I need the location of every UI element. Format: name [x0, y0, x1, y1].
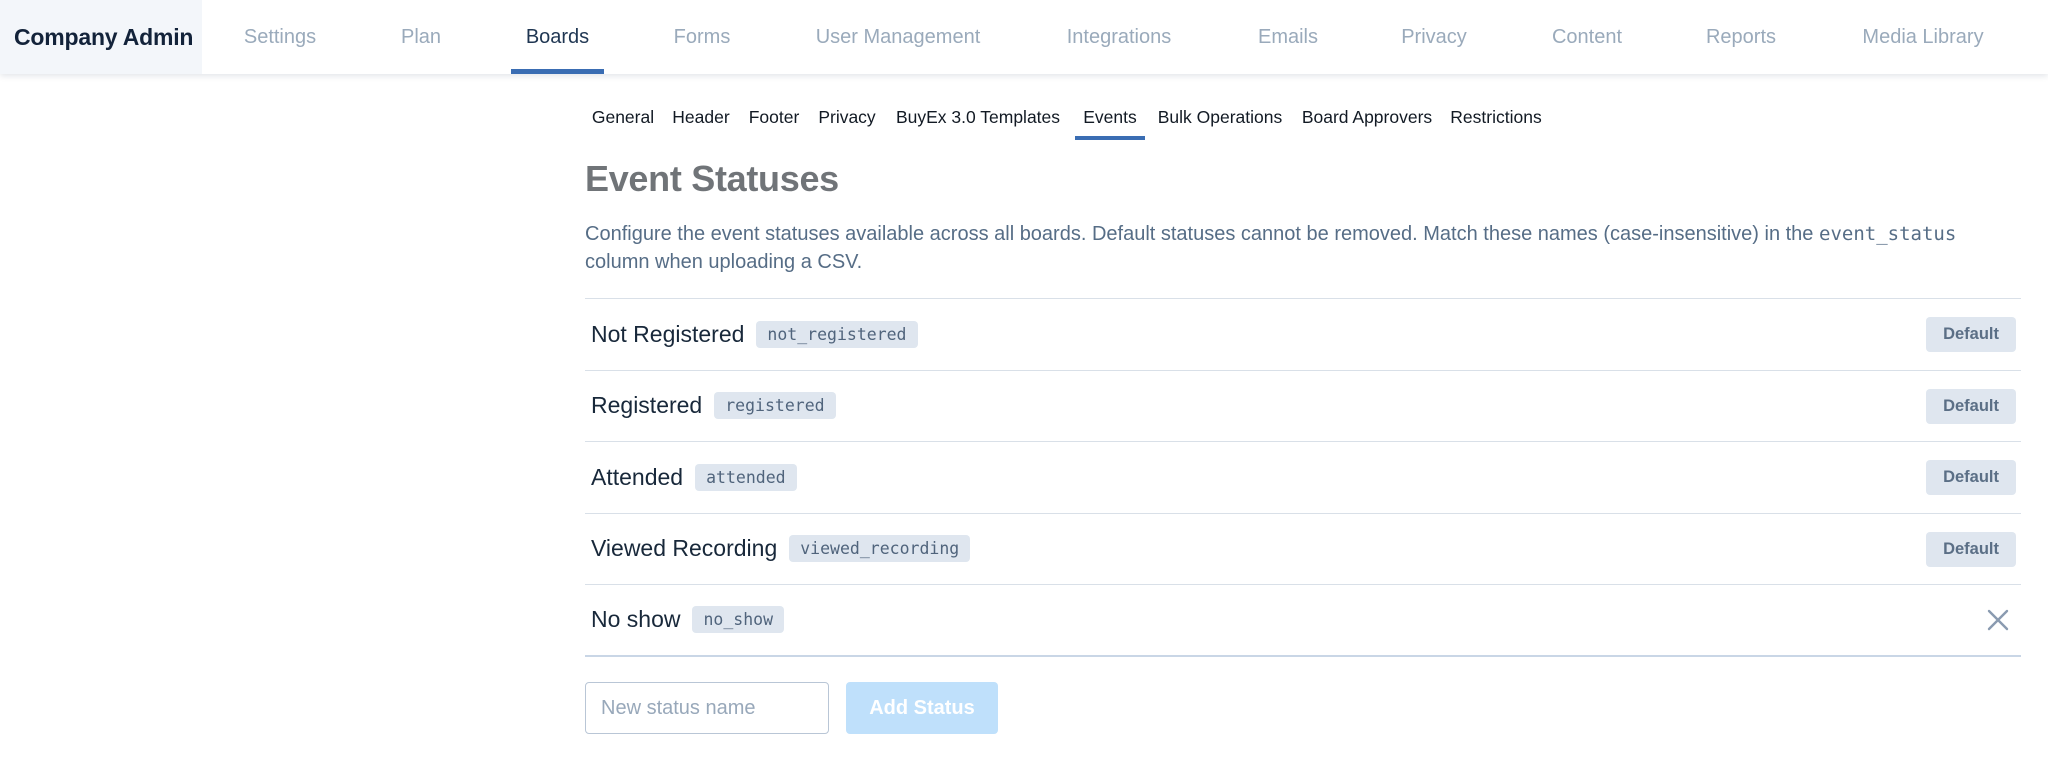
page-description: Configure the event statuses available a…: [585, 220, 2025, 276]
subtab-label: Restrictions: [1450, 107, 1542, 127]
subtab-label: Privacy: [818, 107, 876, 127]
top-navigation: Company Admin Settings Plan Boards Forms…: [0, 0, 2048, 74]
tab-label: Integrations: [1066, 25, 1172, 48]
tab-user-management[interactable]: User Management: [800, 0, 996, 74]
status-key: no_show: [692, 606, 785, 634]
subtab-general[interactable]: General: [585, 98, 661, 140]
tab-label: Forms: [673, 25, 731, 48]
status-row: Viewed Recording viewed_recording Defaul…: [585, 514, 2021, 585]
subtab-restrictions[interactable]: Restrictions: [1447, 98, 1545, 140]
tab-boards[interactable]: Boards: [511, 0, 604, 74]
tab-plan[interactable]: Plan: [380, 0, 462, 74]
subtab-label: Board Approvers: [1301, 107, 1433, 127]
status-name: Viewed Recording: [591, 535, 778, 562]
tab-label: Plan: [400, 25, 442, 48]
subtab-label: Footer: [748, 107, 800, 127]
tab-settings[interactable]: Settings: [230, 0, 330, 74]
subtab-bulk-operations[interactable]: Bulk Operations: [1155, 98, 1285, 140]
default-badge: Default: [1926, 388, 2016, 424]
remove-status-button[interactable]: [1980, 602, 2016, 638]
new-status-input[interactable]: [585, 682, 829, 734]
status-row: Registered registered Default: [585, 371, 2021, 442]
subtab-board-approvers[interactable]: Board Approvers: [1299, 98, 1435, 140]
subtab-label: Header: [672, 107, 730, 127]
tab-label: User Management: [815, 25, 981, 48]
subtab-events[interactable]: Events: [1075, 98, 1145, 140]
tab-label: Emails: [1257, 25, 1318, 48]
close-icon: [1987, 609, 2009, 631]
tab-label: Boards: [525, 25, 590, 48]
description-text: Configure the event statuses available a…: [585, 223, 1814, 245]
status-name: No show: [591, 606, 681, 633]
tab-label: Content: [1551, 25, 1623, 48]
status-name: Attended: [591, 463, 684, 490]
tab-media-library[interactable]: Media Library: [1850, 0, 1996, 74]
tab-forms[interactable]: Forms: [657, 0, 747, 74]
subtab-label: BuyEx 3.0 Templates: [895, 107, 1061, 127]
tab-label: Media Library: [1862, 25, 1984, 48]
subtab-footer[interactable]: Footer: [745, 98, 803, 140]
tab-content[interactable]: Content: [1530, 0, 1644, 74]
subtab-label: Bulk Operations: [1157, 107, 1283, 127]
status-row: Not Registered not_registered Default: [585, 299, 2021, 371]
default-badge: Default: [1926, 531, 2016, 567]
status-key: viewed_recording: [789, 535, 971, 563]
status-name: Not Registered: [591, 320, 745, 347]
description-code: event_status: [1819, 223, 1957, 245]
status-row: Attended attended Default: [585, 442, 2021, 514]
brand-title: Company Admin: [0, 0, 202, 74]
tab-label: Reports: [1705, 25, 1777, 48]
status-row: No show no_show: [585, 585, 2021, 657]
status-key: registered: [714, 392, 836, 420]
status-name: Registered: [591, 392, 703, 419]
status-key: not_registered: [756, 320, 918, 348]
add-status-button[interactable]: Add Status: [846, 682, 998, 734]
subtab-privacy[interactable]: Privacy: [811, 98, 883, 140]
tab-label: Settings: [243, 25, 317, 48]
subtab-label: Events: [1083, 107, 1137, 127]
page-title: Event Statuses: [585, 158, 839, 199]
subtab-header[interactable]: Header: [667, 98, 735, 140]
subtab-buyex-templates[interactable]: BuyEx 3.0 Templates: [893, 98, 1063, 140]
default-badge: Default: [1926, 317, 2016, 352]
status-list: Not Registered not_registered Default Re…: [585, 298, 2021, 657]
tab-emails[interactable]: Emails: [1240, 0, 1336, 74]
tab-reports[interactable]: Reports: [1696, 0, 1786, 74]
description-text-end: column when uploading a CSV.: [585, 251, 863, 273]
default-badge: Default: [1926, 460, 2016, 495]
tab-privacy[interactable]: Privacy: [1390, 0, 1478, 74]
tab-label: Privacy: [1401, 25, 1467, 48]
tab-integrations[interactable]: Integrations: [1050, 0, 1188, 74]
status-key: attended: [695, 463, 797, 491]
subtab-label: General: [591, 107, 655, 127]
